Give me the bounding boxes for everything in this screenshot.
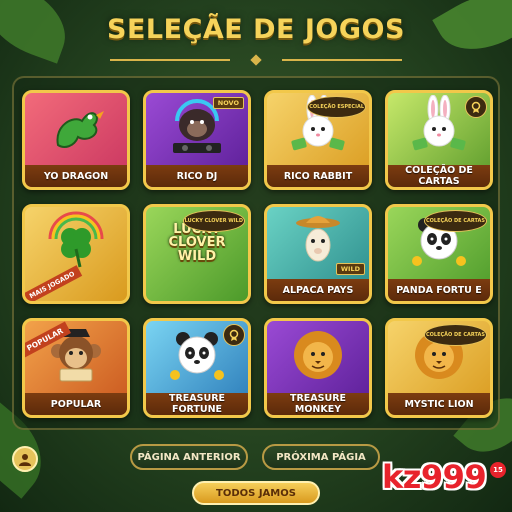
game-title: COLEÇÃO DE CARTAS: [388, 165, 490, 187]
medal-icon: [229, 329, 239, 341]
wild-tag: WILD: [335, 263, 365, 275]
all-games-label: TODOS JAMOS: [216, 487, 296, 499]
game-title: TREASURE FORTUNE: [146, 393, 248, 415]
dragon-icon: [44, 95, 108, 163]
game-title: MYSTIC LION: [388, 393, 490, 415]
previous-page-button[interactable]: PÁGINA ANTERIOR: [130, 444, 248, 470]
brand-logo: kz999: [382, 458, 487, 496]
game-title: ALPACA PAYS: [267, 279, 369, 301]
game-art: [25, 93, 127, 165]
collection-badge: [465, 96, 487, 118]
game-art: [267, 321, 369, 393]
game-title: RICO DJ: [146, 165, 248, 187]
game-card[interactable]: POPULAR POPULAR: [22, 318, 130, 418]
user-icon: [19, 454, 31, 466]
rabbit-icon: [407, 94, 471, 163]
collection-badge: LUCKY CLOVER WILD: [182, 210, 245, 232]
game-card[interactable]: LUCKY CLOVER WILDLUCKY CLOVER WILD: [143, 204, 251, 304]
game-card[interactable]: WILD ALPACA PAYS: [264, 204, 372, 304]
collection-badge: COLEÇÃO ESPECIAL: [307, 96, 366, 118]
previous-page-label: PÁGINA ANTERIOR: [137, 451, 241, 463]
profile-button[interactable]: [12, 446, 38, 472]
collection-badge: [223, 324, 245, 346]
game-title: TREASURE MONKEY: [267, 393, 369, 415]
collection-badge: COLEÇÃO DE CARTAS: [423, 324, 487, 346]
game-card[interactable]: PANDA FORTU E COLEÇÃO DE CARTAS: [385, 204, 493, 304]
game-card[interactable]: RICO RABBIT COLEÇÃO ESPECIAL: [264, 90, 372, 190]
game-title: RICO RABBIT: [267, 165, 369, 187]
game-card[interactable]: COLEÇÃO DE CARTAS: [385, 90, 493, 190]
next-page-label: PRÓXIMA PÁGIA: [276, 451, 366, 463]
game-card[interactable]: MYSTIC LION COLEÇÃO DE CARTAS: [385, 318, 493, 418]
collection-badge: COLEÇÃO DE CARTAS: [423, 210, 487, 232]
all-games-button[interactable]: TODOS JAMOS: [192, 481, 320, 505]
medal-icon: [471, 101, 481, 113]
panda-icon: [165, 323, 229, 391]
title-ornament: [110, 54, 402, 66]
new-tag: NOVO: [212, 97, 244, 109]
game-grid: YO DRAGON RICO DJ NOVO RICO RABBIT COLEÇÃO E…: [22, 90, 493, 418]
brand-badge: 15: [490, 462, 506, 478]
next-page-button[interactable]: PRÓXIMA PÁGIA: [262, 444, 380, 470]
game-title: PANDA FORTU E: [388, 279, 490, 301]
game-art: [25, 321, 127, 393]
game-card[interactable]: MAIS JOGADO: [22, 204, 130, 304]
game-title: POPULAR: [25, 393, 127, 415]
game-card[interactable]: RICO DJ NOVO: [143, 90, 251, 190]
game-title: YO DRAGON: [25, 165, 127, 187]
page-title: SELEÇÃE DE JOGOS: [107, 14, 405, 45]
game-card[interactable]: TREASURE FORTUNE: [143, 318, 251, 418]
game-card[interactable]: YO DRAGON: [22, 90, 130, 190]
lion-icon: [286, 323, 350, 391]
game-card[interactable]: TREASURE MONKEY: [264, 318, 372, 418]
